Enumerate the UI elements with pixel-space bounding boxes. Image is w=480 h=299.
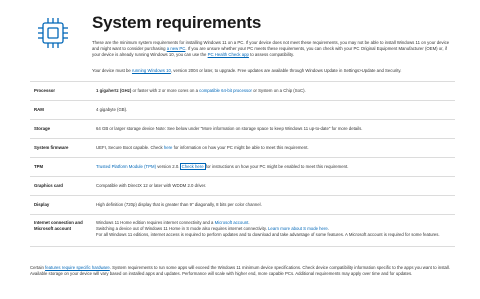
row-label-internet: Internet connection and Microsoft accoun… (34, 220, 83, 232)
table-row: TPM Trusted Platform Module (TPM) versio… (30, 157, 455, 176)
value-text: Switching a device out of Windows 11 Hom… (96, 226, 269, 232)
compatible-processor-link[interactable]: compatible 64-bit processor (199, 88, 252, 93)
row-label-processor: Processor (34, 88, 56, 93)
row-value-ram: 4 gigabyte (GB). (96, 107, 128, 112)
value-text: Windows 11 Home edition requires interne… (96, 220, 215, 225)
value-text: or System on a Chip (SoC). (251, 88, 306, 93)
row-label-system-firmware: System firmware (34, 145, 69, 150)
row-label-graphics-card: Graphics card (34, 183, 63, 188)
intro-paragraph: These are the minimum system requirement… (92, 40, 452, 59)
upgrade-text: Your device must be (92, 68, 132, 73)
row-label-tpm: TPM (34, 164, 44, 169)
intro-text: to assess compatibility. (248, 52, 294, 58)
footnote-paragraph: Certain features require specific hardwa… (30, 265, 455, 277)
row-value-processor: 1 gigahertz (GHz) or faster with 2 or mo… (96, 88, 451, 94)
upgrade-paragraph: Your device must be running Windows 10, … (92, 68, 452, 74)
row-value-display: High definition (720p) display that is g… (96, 202, 262, 207)
upgrade-text: , version 2004 or later, to upgrade. Fre… (170, 68, 402, 73)
internet-line-3: For all Windows 11 editions, internet ac… (96, 232, 440, 238)
row-label-ram: RAM (34, 107, 44, 112)
value-text: . (327, 226, 329, 232)
tpm-link[interactable]: Trusted Platform Module (TPM) (96, 164, 156, 169)
row-label-storage: Storage (34, 126, 50, 131)
requirements-table: Processor 1 gigahertz (GHz) or faster wi… (30, 81, 455, 247)
pc-health-check-link[interactable]: PC Health Check app (208, 52, 249, 57)
table-row: Graphics card Compatible with DirectX 12… (30, 176, 455, 195)
table-row: System firmware UEFI, Secure Boot capabl… (30, 138, 455, 157)
new-pc-link[interactable]: a new PC (167, 46, 186, 51)
chip-icon (38, 18, 68, 48)
row-label-display: Display (34, 202, 50, 207)
s-mode-link[interactable]: Learn more about S mode here (268, 226, 328, 231)
row-value-graphics-card: Compatible with DirectX 12 or later with… (96, 183, 207, 188)
row-value-internet: Windows 11 Home edition requires interne… (96, 220, 451, 239)
footnote-text: Certain (30, 265, 46, 270)
table-row: Internet connection and Microsoft accoun… (30, 214, 455, 247)
row-value-tpm: Trusted Platform Module (TPM) version 2.… (96, 163, 451, 170)
running-windows-10-link[interactable]: running Windows 10 (132, 68, 171, 73)
value-text: version 2.0. (156, 164, 181, 169)
microsoft-account-link[interactable]: Microsoft account (215, 220, 249, 225)
row-value-system-firmware: UEFI, Secure Boot capable. Check here fo… (96, 145, 451, 151)
specific-hardware-link[interactable]: features require specific hardware (45, 265, 110, 270)
table-row: Processor 1 gigahertz (GHz) or faster wi… (30, 81, 455, 100)
row-value-storage: 64 GB or larger storage device Note: See… (96, 126, 363, 131)
value-text: for instructions on how your PC might be… (204, 164, 349, 169)
value-text: . (248, 220, 250, 225)
tpm-check-here-link[interactable]: Check here (179, 163, 206, 170)
value-text: for information on how your PC might be … (172, 145, 309, 150)
value-text: or faster with 2 or more cores on a (131, 88, 200, 93)
page-title: System requirements (92, 13, 262, 32)
table-row: Display High definition (720p) display t… (30, 195, 455, 214)
table-row: RAM 4 gigabyte (GB). (30, 100, 455, 119)
table-row: Storage 64 GB or larger storage device N… (30, 119, 455, 138)
value-text: UEFI, Secure Boot capable. Check (96, 145, 164, 150)
value-bold: 1 gigahertz (GHz) (96, 88, 132, 93)
